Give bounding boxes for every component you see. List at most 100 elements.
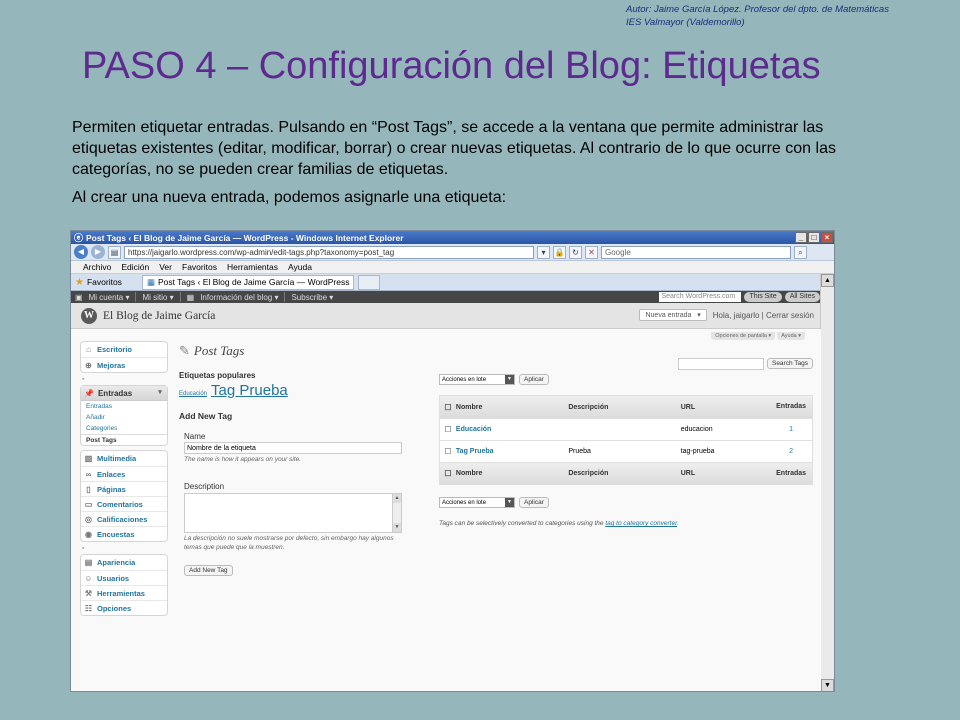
admin-bar-separator [135, 292, 137, 302]
stop-icon[interactable]: ✕ [585, 245, 598, 259]
description-hint: La descripción no suele mostrarse por de… [184, 535, 394, 551]
column-url[interactable]: URL [681, 470, 771, 477]
sidebar-item-herramientas[interactable]: ⚒ Herramientas [81, 585, 167, 600]
help-button[interactable]: Ayuda ▾ [777, 332, 805, 340]
search-tags-input[interactable] [677, 358, 764, 370]
column-description[interactable]: Descripción [568, 404, 680, 411]
tab-label: Post Tags ‹ El Blog de Jaime García — Wo… [157, 277, 350, 287]
column-url[interactable]: URL [681, 404, 771, 411]
slide-title: PASO 4 – Configuración del Blog: Etiquet… [82, 45, 821, 87]
sidebar-sub-entradas[interactable]: Entradas [81, 401, 167, 412]
menu-ver[interactable]: Ver [159, 262, 172, 272]
sidebar-item-paginas[interactable]: ▯ Páginas [81, 481, 167, 496]
scroll-up-icon[interactable]: ▲ [393, 494, 401, 503]
column-count[interactable]: Entradas [770, 403, 812, 411]
minimize-button[interactable]: _ [795, 232, 807, 243]
tag-name-link[interactable]: Educación [456, 426, 568, 433]
url-input[interactable]: https://jaigarlo.wordpress.com/wp-admin/… [124, 245, 534, 259]
column-name[interactable]: Nombre [456, 404, 568, 411]
tab-post-tags[interactable]: ▦ Post Tags ‹ El Blog de Jaime García — … [141, 274, 355, 290]
wpcom-search-input[interactable]: Search WordPress.com [659, 292, 742, 302]
description-field-block: Description ▲ ▼ La descripción no suele … [184, 482, 409, 576]
tag-cloud-link-educacion[interactable]: Educación [179, 391, 207, 397]
slide-body: Permiten etiquetar entradas. Pulsando en… [72, 117, 837, 208]
scroll-down-icon[interactable]: ▼ [393, 523, 401, 532]
tag-name-input[interactable]: Nombre de la etiqueta [184, 442, 402, 454]
popular-tags-heading: Etiquetas populares [179, 371, 256, 380]
apply-button[interactable]: Aplicar [519, 497, 549, 508]
back-button[interactable]: ◀ [74, 245, 88, 259]
menu-favoritos[interactable]: Favoritos [182, 262, 217, 272]
browser-window: ⓔ Post Tags ‹ El Blog de Jaime García — … [70, 230, 835, 692]
menu-archivo[interactable]: Archivo [83, 262, 111, 272]
refresh-icon[interactable]: ↻ [569, 245, 582, 259]
admin-bar-blog-info[interactable]: Información del blog ▾ [200, 293, 278, 302]
this-site-button[interactable]: This Site [744, 292, 782, 302]
sidebar-item-apariencia[interactable]: ▤ Apariencia [81, 555, 167, 570]
select-all-checkbox[interactable]: ☐ [440, 469, 456, 478]
tag-cloud: Educación Tag Prueba [179, 382, 409, 399]
vertical-scrollbar[interactable]: ▲ ▼ [820, 274, 834, 691]
column-name[interactable]: Nombre [456, 470, 568, 477]
sidebar-item-comentarios[interactable]: ▭ Comentarios [81, 496, 167, 511]
sidebar-item-escritorio[interactable]: ⌂ Escritorio [81, 342, 167, 357]
pin-icon: 📌 [84, 388, 94, 398]
sidebar-item-enlaces[interactable]: ∞ Enlaces [81, 466, 167, 481]
favorites-button[interactable]: ★ Favoritos [75, 277, 122, 288]
row-checkbox[interactable]: ☐ [440, 447, 456, 456]
polls-icon: ◉ [85, 529, 92, 539]
menu-edicion[interactable]: Edición [121, 262, 149, 272]
sidebar-item-encuestas[interactable]: ◉ Encuestas [81, 526, 167, 541]
lock-icon[interactable]: 🔒 [553, 245, 566, 259]
tag-cloud-link-tag-prueba[interactable]: Tag Prueba [211, 382, 288, 399]
collapse-arrow-icon[interactable]: ▾ [155, 388, 165, 398]
tag-name-link[interactable]: Tag Prueba [456, 448, 568, 455]
bulk-actions-select[interactable]: Acciones en lote ▼ [439, 374, 515, 385]
search-tags-button[interactable]: Search Tags [766, 358, 813, 369]
tag-count-link[interactable]: 1 [770, 426, 812, 434]
dropdown-icon[interactable]: ▾ [537, 245, 550, 259]
greeting[interactable]: Hola, jaigarlo | Cerrar sesión [713, 311, 814, 320]
sidebar-item-calificaciones[interactable]: ◎ Calificaciones [81, 511, 167, 526]
sidebar-item-mejoras[interactable]: ⊕ Mejoras [81, 357, 167, 372]
sidebar-item-multimedia[interactable]: ▧ Multimedia [81, 451, 167, 466]
scroll-up-button[interactable]: ▲ [821, 274, 834, 287]
admin-bar-my-site[interactable]: Mi sitio ▾ [142, 293, 173, 302]
column-count[interactable]: Entradas [770, 470, 812, 478]
maximize-button[interactable]: □ [808, 232, 820, 243]
column-description[interactable]: Descripción [568, 470, 680, 477]
apply-button[interactable]: Aplicar [519, 374, 549, 385]
select-all-checkbox[interactable]: ☐ [440, 403, 456, 412]
search-icon[interactable]: ⌕ [794, 245, 807, 259]
sidebar-sub-anadir[interactable]: Añadir [81, 412, 167, 423]
tag-converter-link[interactable]: tag to category converter [605, 520, 677, 527]
textarea-scrollbar[interactable]: ▲ ▼ [392, 494, 401, 532]
scroll-down-button[interactable]: ▼ [821, 679, 834, 691]
sidebar-sub-categories[interactable]: Categories [81, 423, 167, 434]
sidebar-group-2: ▧ Multimedia ∞ Enlaces ▯ Páginas ▭ Comentari… [80, 450, 168, 542]
all-sites-button[interactable]: All Sites [784, 292, 820, 302]
sidebar-sub-post-tags[interactable]: Post Tags [81, 434, 167, 445]
row-checkbox[interactable]: ☐ [440, 425, 456, 434]
google-search-input[interactable]: Google [601, 245, 791, 259]
admin-bar-my-account[interactable]: Mi cuenta ▾ [89, 293, 130, 302]
tags-table: ☐ Nombre Descripción URL Entradas ☐ Educ… [439, 395, 813, 485]
sidebar-label: Encuestas [97, 529, 135, 539]
screen-options-button[interactable]: Opciones de pantalla ▾ [711, 332, 776, 340]
description-textarea[interactable]: ▲ ▼ [184, 493, 402, 533]
page-icon: ▤ [108, 245, 121, 259]
admin-bar-subscribe[interactable]: Subscribe ▾ [291, 293, 333, 302]
tag-count-link[interactable]: 2 [770, 448, 812, 456]
sidebar-item-usuarios[interactable]: ☺ Usuarios [81, 570, 167, 585]
new-entry-dropdown[interactable]: Nueva entrada ▾ [639, 309, 707, 321]
close-button[interactable]: × [821, 232, 833, 243]
sidebar-item-entradas[interactable]: 📌 Entradas ▾ [81, 386, 167, 401]
bulk-actions-top: Acciones en lote ▼ Aplicar [439, 374, 549, 385]
sidebar-item-opciones[interactable]: ☷ Opciones [81, 600, 167, 615]
bulk-actions-select[interactable]: Acciones en lote ▼ [439, 497, 515, 508]
menu-herramientas[interactable]: Herramientas [227, 262, 278, 272]
new-tab-button[interactable] [358, 274, 381, 290]
forward-button[interactable]: ▶ [91, 245, 105, 259]
add-new-tag-button[interactable]: Add New Tag [184, 565, 233, 576]
menu-ayuda[interactable]: Ayuda [288, 262, 312, 272]
